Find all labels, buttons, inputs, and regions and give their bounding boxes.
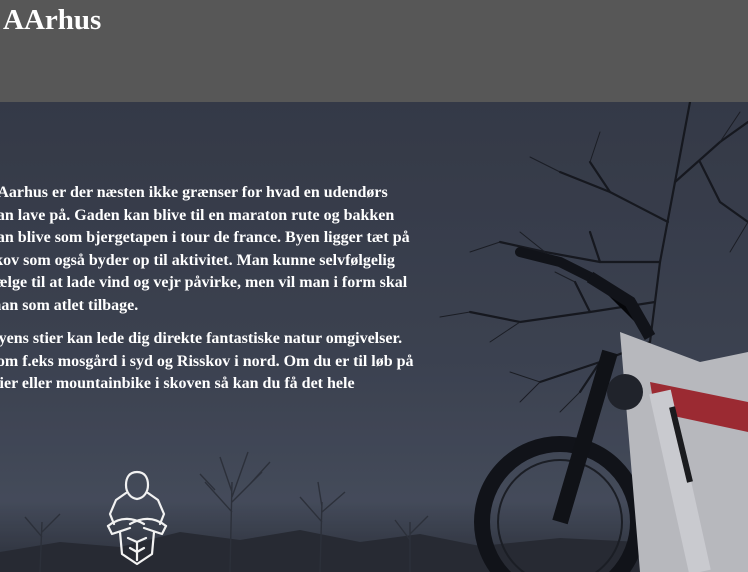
intro-line: kan lave på. Gaden kan blive til en mara… [0, 206, 395, 224]
intro-line: stier eller mountainbike i skoven så kan… [0, 375, 355, 392]
intro-line: Byens stier kan lede dig direkte fantast… [0, 330, 403, 347]
intro-paragraph-2: Byens stier kan lede dig direkte fantast… [0, 328, 458, 396]
intro-line: Som f.eks mosgård i syd og Risskov i nor… [0, 352, 414, 370]
intro-line: kan blive som bjergetapen i tour de fran… [0, 229, 410, 246]
site-title: AArhus [3, 4, 102, 36]
intro-paragraph-1: I Aarhus er der næsten ikke grænser for … [0, 182, 458, 317]
intro-line: skov som også byder op til aktivitet. Ma… [0, 251, 395, 269]
intro-line: I Aarhus er der næsten ikke grænser for … [0, 184, 388, 201]
header-bar: AArhus [0, 0, 748, 102]
athlete-crossed-arms-icon [106, 470, 168, 566]
intro-text: I Aarhus er der næsten ikke grænser for … [0, 182, 458, 396]
intro-line: man som atlet tilbage. [0, 296, 139, 314]
intro-line: vælge til at lade vind og vejr påvirke, … [0, 274, 408, 291]
hero-section: I Aarhus er der næsten ikke grænser for … [0, 102, 748, 572]
